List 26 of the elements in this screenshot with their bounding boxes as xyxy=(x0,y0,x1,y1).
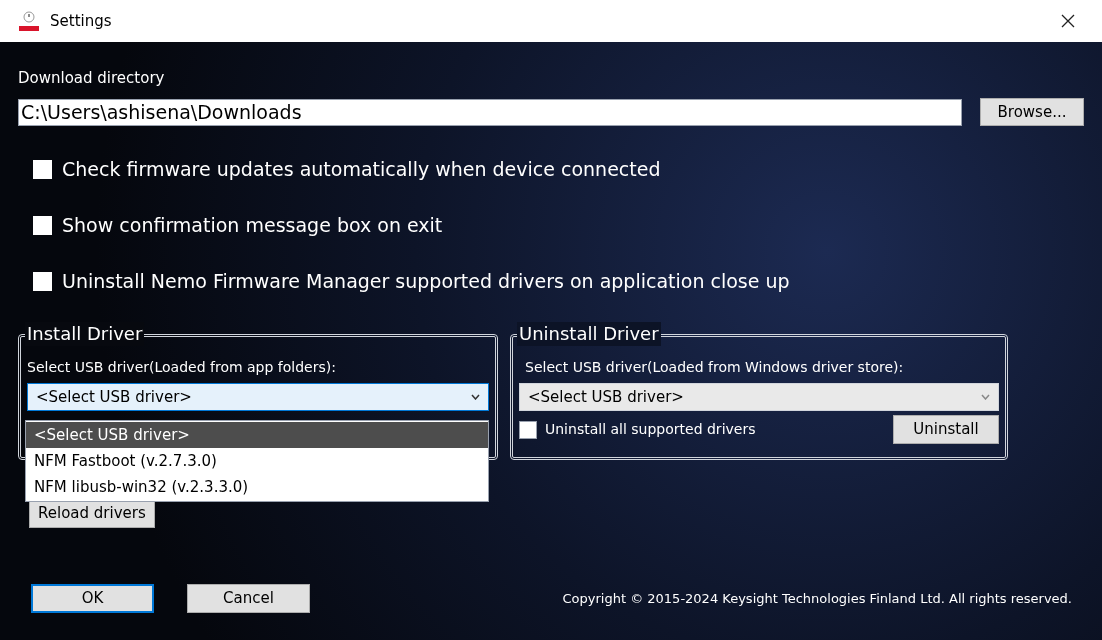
directory-field[interactable]: C:\Users\ashisena\Downloads xyxy=(18,98,962,126)
ok-button[interactable]: OK xyxy=(31,584,154,613)
app-icon xyxy=(18,10,40,32)
dropdown-option[interactable]: <Select USB driver> xyxy=(26,422,488,448)
dropdown[interactable]: <Select USB driver> xyxy=(27,383,489,411)
checkbox[interactable] xyxy=(33,271,52,291)
uninstall-button[interactable]: Uninstall xyxy=(893,415,999,444)
checkbox-label: Show confirmation message box on exit xyxy=(62,214,443,236)
group-title: Uninstall Driver xyxy=(517,322,661,346)
close-icon[interactable] xyxy=(1060,13,1076,29)
field-label: Select USB driver(Loaded from Windows driver store): xyxy=(524,358,905,377)
dropdown[interactable]: <Select USB driver> xyxy=(519,383,999,411)
checkbox[interactable] xyxy=(33,159,52,179)
browse-button[interactable]: Browse... xyxy=(980,98,1084,126)
checkbox-label: Uninstall Nemo Firmware Manager supported drivers on application close up xyxy=(62,270,790,292)
checkbox[interactable] xyxy=(519,420,537,439)
field-label: Download directory xyxy=(18,68,166,88)
copyright-text: Copyright © 2015-2024 Keysight Technologies Finland Ltd. All rights reserved. xyxy=(562,589,1072,608)
field-label: Select USB driver(Loaded from app folders): xyxy=(27,358,337,377)
caret-icon xyxy=(471,394,480,400)
checkbox-label: Check firmware updates automatically when device connected xyxy=(62,158,661,180)
window-title: Settings xyxy=(50,10,112,32)
checkbox[interactable] xyxy=(33,215,52,235)
checkbox-label: Uninstall all supported drivers xyxy=(545,420,757,439)
caret-icon xyxy=(981,394,990,400)
cancel-button[interactable]: Cancel xyxy=(187,584,310,613)
